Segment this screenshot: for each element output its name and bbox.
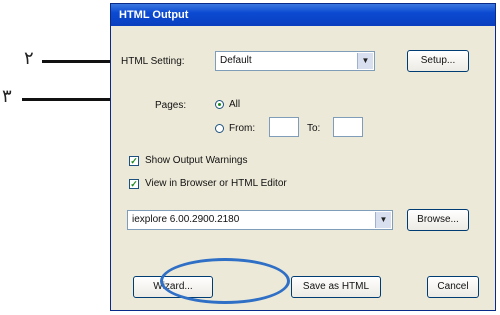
html-setting-label: HTML Setting:	[121, 56, 185, 67]
wizard-button[interactable]: Wizard...	[133, 276, 213, 298]
pages-label: Pages:	[155, 100, 187, 111]
from-page-input[interactable]	[269, 117, 299, 137]
html-setting-dropdown[interactable]: Default ▼	[215, 51, 375, 71]
show-warnings-label: Show Output Warnings	[145, 155, 248, 166]
all-pages-radio[interactable]	[215, 100, 224, 109]
view-in-browser-checkbox[interactable]: ✓	[129, 179, 139, 189]
browser-dropdown[interactable]: iexplore 6.00.2900.2180 ▼	[127, 210, 393, 230]
all-pages-label: All	[229, 99, 241, 110]
html-output-dialog: HTML Output HTML Setting: Default ▼ Setu…	[110, 3, 496, 311]
show-warnings-checkbox[interactable]: ✓	[129, 156, 139, 166]
save-as-html-button[interactable]: Save as HTML	[291, 276, 381, 298]
dialog-title: HTML Output	[111, 4, 495, 26]
chevron-down-icon[interactable]: ▼	[357, 53, 373, 69]
browser-value: iexplore 6.00.2900.2180	[132, 214, 240, 225]
to-page-input[interactable]	[333, 117, 363, 137]
view-in-browser-label: View in Browser or HTML Editor	[145, 178, 287, 189]
html-setting-value: Default	[220, 55, 252, 66]
chevron-down-icon[interactable]: ▼	[375, 212, 391, 228]
from-pages-radio[interactable]	[215, 124, 224, 133]
annotation-number-3: ٣	[2, 86, 12, 107]
setup-button[interactable]: Setup...	[407, 50, 469, 72]
annotation-number-2: ٢	[24, 48, 34, 69]
to-label: To:	[307, 123, 321, 134]
arrow-shaft	[42, 60, 116, 63]
browse-button[interactable]: Browse...	[407, 209, 469, 231]
from-label: From:	[229, 123, 256, 134]
cancel-button[interactable]: Cancel	[427, 276, 479, 298]
